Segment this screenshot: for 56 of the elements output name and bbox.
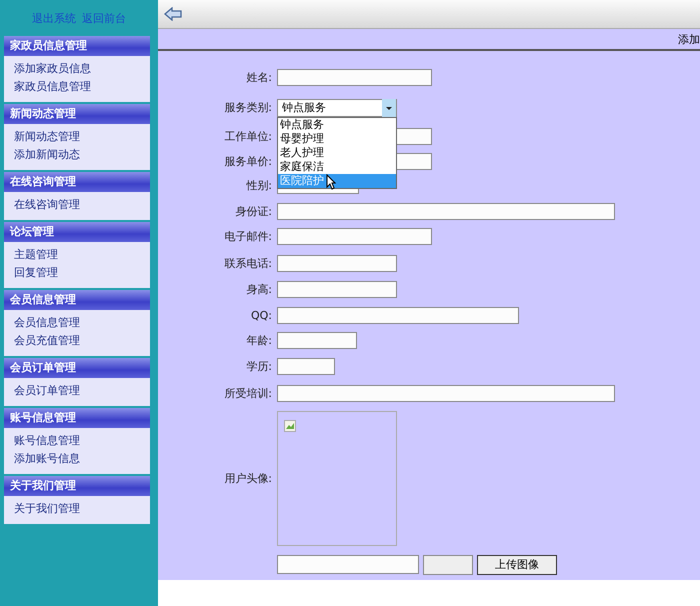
field-label: 姓名: <box>246 71 272 84</box>
sidebar-item[interactable]: 主题管理 <box>14 246 150 264</box>
input-field[interactable] <box>277 384 615 402</box>
sidebar-item[interactable]: 新闻动态管理 <box>14 128 150 146</box>
sidebar-item[interactable]: 在线咨询管理 <box>14 196 150 214</box>
field-label: 电子邮件: <box>224 230 272 244</box>
input-field[interactable] <box>277 202 615 220</box>
page-title: 添加 <box>678 32 700 48</box>
file-field[interactable] <box>277 555 419 574</box>
field-label: QQ: <box>250 308 272 322</box>
field-label: 所受培训: <box>224 386 272 400</box>
sidebar-item[interactable]: 添加新闻动态 <box>14 146 150 164</box>
sidebar-item[interactable]: 会员充值管理 <box>14 332 150 350</box>
upload-button[interactable]: 上传图像 <box>477 554 557 575</box>
field-label: 学历: <box>246 360 272 373</box>
dropdown-option[interactable]: 家庭保洁 <box>278 160 396 174</box>
input-field[interactable] <box>277 228 432 246</box>
input-field[interactable] <box>277 332 357 349</box>
menu-group-header[interactable]: 会员订单管理 <box>4 358 150 378</box>
sidebar-item[interactable]: 关于我们管理 <box>14 500 150 518</box>
dropdown-option[interactable]: 钟点服务 <box>278 118 396 132</box>
menu-group-header[interactable]: 家政员信息管理 <box>4 36 150 56</box>
field-label: 用户头像: <box>224 472 272 485</box>
field-label: 服务单价: <box>224 155 272 168</box>
input-field[interactable] <box>277 254 397 272</box>
field-label: 身份证: <box>235 204 272 218</box>
select-field[interactable]: 钟点服务 <box>277 98 397 117</box>
menu-group-header[interactable]: 会员信息管理 <box>4 290 150 310</box>
field-label: 工作单位: <box>224 130 272 144</box>
menu-group-header[interactable]: 账号信息管理 <box>4 408 150 428</box>
field-label: 性别: <box>246 179 272 192</box>
input-field[interactable] <box>277 69 432 86</box>
sidebar-item[interactable]: 添加家政员信息 <box>14 60 150 78</box>
dropdown-option[interactable]: 老人护理 <box>278 146 396 160</box>
menu-group-header[interactable]: 在线咨询管理 <box>4 172 150 192</box>
field-label: 身高: <box>246 283 272 296</box>
broken-image-icon <box>284 420 296 432</box>
sidebar-item[interactable]: 添加账号信息 <box>14 450 150 468</box>
menu-group-header[interactable]: 论坛管理 <box>4 222 150 242</box>
field-label: 联系电话: <box>224 256 272 270</box>
input-field[interactable] <box>277 306 519 324</box>
back-arrow-icon[interactable] <box>164 6 182 21</box>
sidebar-item[interactable]: 家政员信息管理 <box>14 78 150 96</box>
dropdown-option[interactable]: 母婴护理 <box>278 132 396 146</box>
field-label: 服务类别: <box>224 101 272 114</box>
sidebar-item[interactable]: 会员订单管理 <box>14 382 150 400</box>
menu-group-header[interactable]: 关于我们管理 <box>4 476 150 496</box>
sidebar-item[interactable]: 回复管理 <box>14 264 150 282</box>
browse-button[interactable] <box>423 554 473 575</box>
sidebar-item[interactable]: 账号信息管理 <box>14 432 150 450</box>
input-field[interactable] <box>277 358 335 375</box>
menu-group-header[interactable]: 新闻动态管理 <box>4 104 150 124</box>
field-label: 年龄: <box>246 334 272 347</box>
input-field[interactable] <box>277 281 397 298</box>
sidebar-item[interactable]: 会员信息管理 <box>14 314 150 332</box>
caret-icon[interactable] <box>382 98 396 117</box>
